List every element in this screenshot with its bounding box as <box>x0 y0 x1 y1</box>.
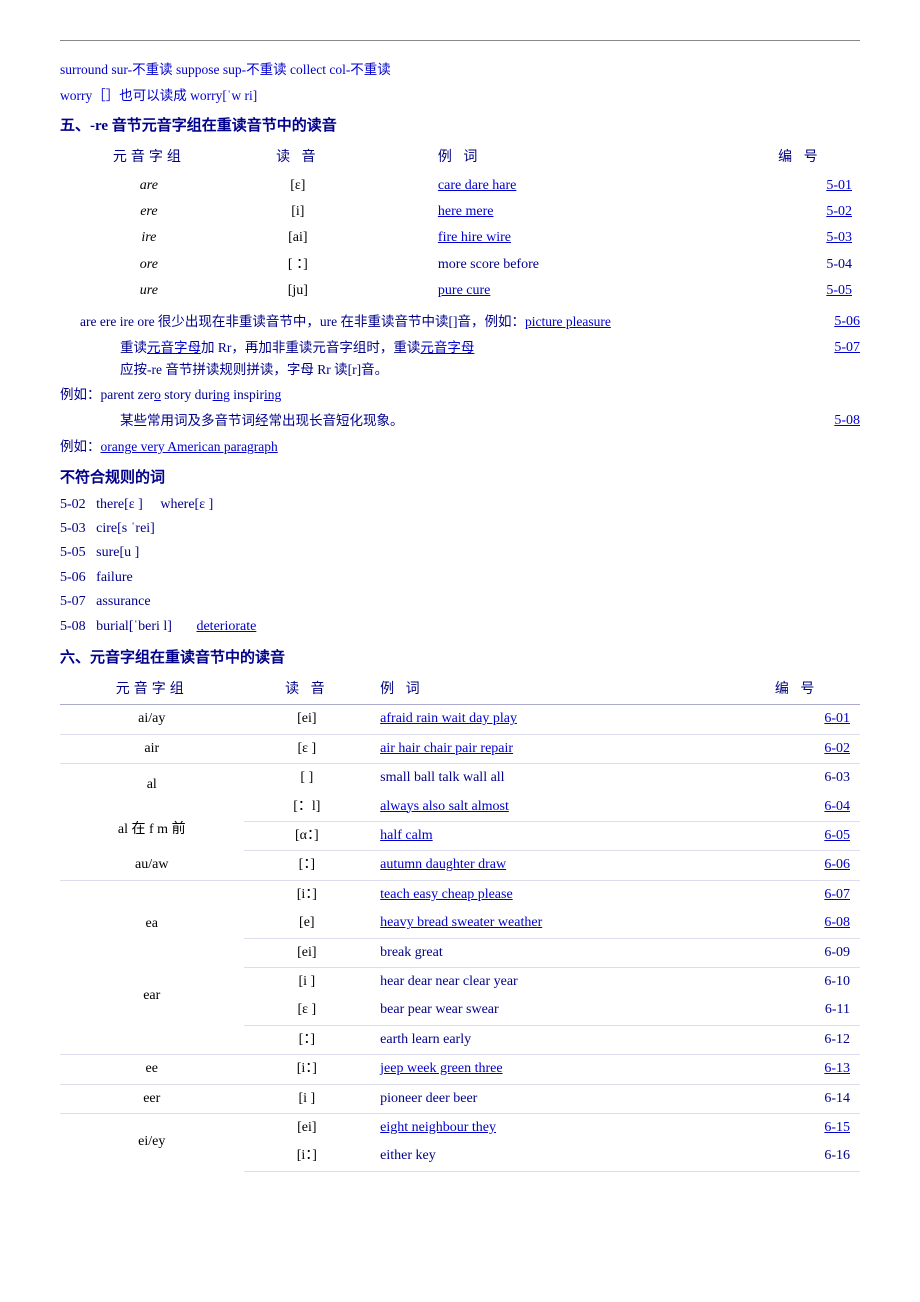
table-row: eer [i ] pioneer deer beer 6-14 <box>60 1084 860 1113</box>
note5-06: are ere ire ore 很少出现在非重读音节中，ure 在非重读音节中读… <box>60 311 860 333</box>
table-header-row: 元音字组 读 音 例 词 编 号 <box>60 676 860 705</box>
intro-line2: worry［］也可以读成 worry[ˈw ri] <box>60 85 860 107</box>
table-row: ea [i：] teach easy cheap please 6-07 <box>60 880 860 909</box>
intro-line1: surround sur-不重读 suppose sup-不重读 collect… <box>60 59 860 81</box>
irregular-item: 5-05 sure[u ] <box>60 542 860 564</box>
irregular-section: 不符合规则的词 5-02 there[ε ] where[ε ] 5-03 ci… <box>60 466 860 638</box>
irregular-item: 5-02 there[ε ] where[ε ] <box>60 494 860 516</box>
section6-title: 六、元音字组在重读音节中的读音 <box>60 646 860 670</box>
col-examples-header: 例 词 <box>370 676 733 705</box>
col-phonetic-header: 读 音 <box>244 676 371 705</box>
table-row: au/aw [：] autumn daughter draw 6-06 <box>60 851 860 880</box>
note5-08: 某些常用词及多音节词经常出现长音短化现象。 5-08 <box>60 410 860 432</box>
table-row: air [ε ] air hair chair pair repair 6-02 <box>60 734 860 763</box>
col-examples: 例 词 <box>358 144 740 172</box>
section5-table: 元音字组 读 音 例 词 编 号 are [ε] care dare hare … <box>60 144 860 304</box>
col-vowel: 元音字组 <box>60 144 238 172</box>
irregular-item: 5-07 assurance <box>60 591 860 613</box>
col-code: 编 号 <box>740 144 860 172</box>
table-row: ore [ ：] more score before 5-04 <box>60 252 860 278</box>
note5-07-example: 例如：parent zero story during inspiring <box>60 384 860 406</box>
table-row: ere [i] here mere 5-02 <box>60 199 860 225</box>
table-row: [：] earth learn early 6-12 <box>60 1025 860 1054</box>
section5-title: 五、-re 音节元音字组在重读音节中的读音 <box>60 114 860 138</box>
col-vowel-header: 元音字组 <box>60 676 244 705</box>
irregular-item: 5-08 burial[ˈberi l] deteriorate <box>60 616 860 638</box>
table-row: ear [i ] hear dear near clear year 6-10 <box>60 967 860 996</box>
table-row: ire [ai] fire hire wire 5-03 <box>60 225 860 251</box>
table-row: alal 在 f m 前 [ ] small ball talk wall al… <box>60 764 860 793</box>
col-code-header: 编 号 <box>733 676 860 705</box>
table-row: ai/ay [ei] afraid rain wait day play 6-0… <box>60 705 860 734</box>
table-row: ee [i：] jeep week green three 6-13 <box>60 1055 860 1084</box>
table-row: ure [ju] pure cure 5-05 <box>60 278 860 304</box>
irregular-item: 5-03 cire[s ˈrei] <box>60 518 860 540</box>
table-row: are [ε] care dare hare 5-01 <box>60 173 860 199</box>
irregular-title: 不符合规则的词 <box>60 466 860 490</box>
top-border <box>60 40 860 41</box>
table-row: ei/ey [ei] eight neighbour they 6-15 <box>60 1113 860 1142</box>
section6-table: 元音字组 读 音 例 词 编 号 ai/ay [ei] afraid rain … <box>60 676 860 1172</box>
col-phonetic: 读 音 <box>238 144 358 172</box>
note5-08-example: 例如：orange very American paragraph <box>60 436 860 458</box>
irregular-item: 5-06 failure <box>60 567 860 589</box>
note5-07: 重读元音字母加 Rr，再加非重读元音字组时，重读元音字母 应按-re 音节拼读规… <box>60 337 860 380</box>
